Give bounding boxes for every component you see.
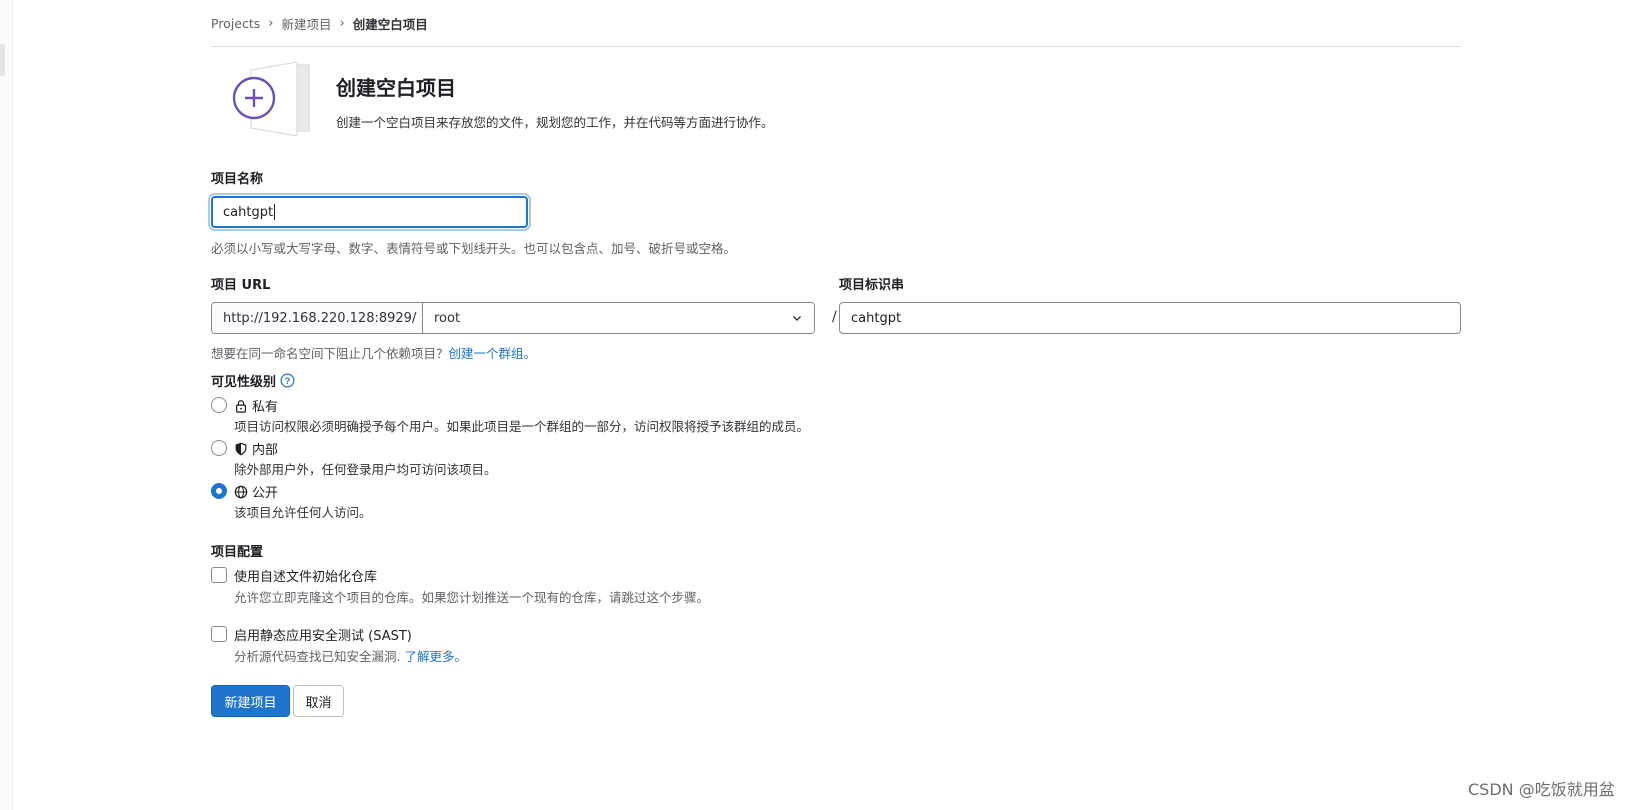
breadcrumb-projects-link[interactable]: Projects — [211, 16, 260, 31]
sast-description-text: 分析源代码查找已知安全漏洞. — [234, 649, 401, 664]
project-slug-label: 项目标识串 — [839, 278, 905, 293]
sidebar-toggle-handle[interactable] — [0, 44, 5, 76]
project-name-input[interactable]: cahtgpt — [211, 196, 528, 228]
text-cursor — [274, 204, 276, 220]
shield-icon — [235, 442, 247, 455]
readme-option-label[interactable]: 使用自述文件初始化仓库 — [234, 566, 377, 585]
sast-checkbox[interactable] — [211, 626, 227, 642]
page-title: 创建空白项目 — [336, 76, 456, 100]
visibility-heading: 可见性级别 ? — [211, 371, 295, 390]
question-circle-icon[interactable]: ? — [280, 373, 295, 388]
project-name-label: 项目名称 — [211, 172, 264, 187]
svg-text:?: ? — [285, 376, 291, 386]
chevron-right-icon: › — [268, 15, 274, 31]
namespace-value: root — [434, 310, 461, 326]
readme-description: 允许您立即克隆这个项目的仓库。如果您计划推送一个现有的仓库，请跳过这个步骤。 — [234, 590, 710, 605]
visibility-label: 可见性级别 — [211, 375, 277, 390]
sast-description: 分析源代码查找已知安全漏洞. 了解更多。 — [234, 646, 467, 665]
blank-project-illustration-icon — [232, 62, 310, 137]
project-name-hint: 必须以小写或大写字母、数字、表情符号或下划线开头。也可以包含点、加号、破折号或空… — [211, 241, 737, 256]
project-url-hint-text: 想要在同一命名空间下阻止几个依赖项目？ — [211, 346, 449, 361]
visibility-internal-label: 内部 — [252, 443, 279, 458]
visibility-public-option[interactable]: 公开 — [234, 482, 278, 501]
project-slug-value: cahtgpt — [851, 310, 902, 326]
chevron-right-icon: › — [339, 15, 345, 31]
watermark: CSDN @吃饭就用盆 — [1468, 780, 1615, 799]
sast-option-label[interactable]: 启用静态应用安全测试 (SAST) — [234, 625, 412, 644]
project-slug-input[interactable]: cahtgpt — [839, 302, 1461, 334]
project-url-group: http://192.168.220.128:8929/ root — [211, 302, 815, 334]
page-description: 创建一个空白项目来存放您的文件，规划您的工作，并在代码等方面进行协作。 — [336, 115, 774, 130]
namespace-select[interactable]: root — [423, 303, 814, 333]
globe-icon — [234, 485, 248, 498]
visibility-internal-option[interactable]: 内部 — [234, 439, 278, 458]
breadcrumb-divider — [211, 46, 1461, 47]
project-name-value: cahtgpt — [223, 204, 274, 220]
project-url-label: 项目 URL — [211, 278, 271, 293]
project-url-hint: 想要在同一命名空间下阻止几个依赖项目？创建一个群组。 — [211, 343, 536, 362]
project-config-label: 项目配置 — [211, 545, 264, 560]
create-project-button[interactable]: 新建项目 — [211, 685, 290, 717]
visibility-public-description: 该项目允许任何人访问。 — [234, 505, 372, 520]
left-sidebar-rail — [0, 0, 13, 810]
visibility-public-radio[interactable] — [211, 483, 227, 499]
visibility-internal-description: 除外部用户外，任何登录用户均可访问该项目。 — [234, 462, 497, 477]
project-url-prefix: http://192.168.220.128:8929/ — [212, 303, 423, 333]
url-separator: / — [832, 309, 837, 325]
lock-icon — [236, 399, 246, 413]
cancel-button[interactable]: 取消 — [293, 685, 344, 717]
breadcrumb-new-project-link[interactable]: 新建项目 — [281, 14, 331, 33]
visibility-private-description: 项目访问权限必须明确授予每个用户。如果此项目是一个群组的一部分，访问权限将授予该… — [234, 419, 810, 434]
visibility-public-label: 公开 — [252, 486, 279, 501]
visibility-private-option[interactable]: 私有 — [234, 396, 278, 415]
create-group-link[interactable]: 创建一个群组。 — [449, 346, 537, 361]
readme-checkbox[interactable] — [211, 567, 227, 583]
learn-more-link[interactable]: 了解更多。 — [404, 649, 467, 664]
visibility-internal-radio[interactable] — [211, 440, 227, 456]
visibility-private-radio[interactable] — [211, 397, 227, 413]
breadcrumb: Projects › 新建项目 › 创建空白项目 — [211, 14, 428, 32]
breadcrumb-current-page[interactable]: 创建空白项目 — [353, 14, 428, 33]
chevron-down-icon — [793, 316, 801, 321]
visibility-private-label: 私有 — [252, 400, 279, 415]
